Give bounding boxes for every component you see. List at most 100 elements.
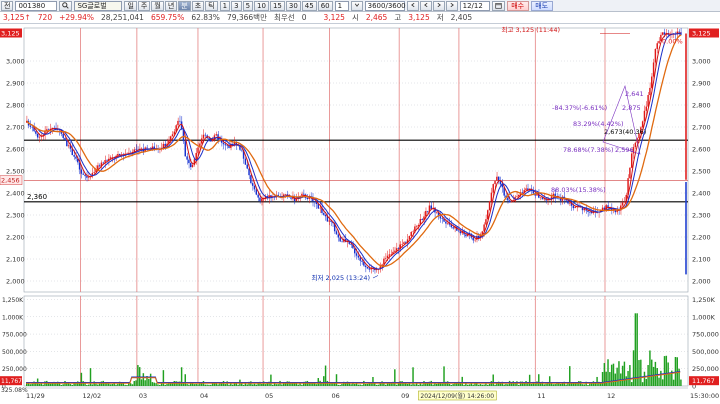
interval-button[interactable]: 30 (285, 0, 301, 11)
candle-body (651, 76, 653, 88)
volume-bar (459, 383, 462, 386)
volume-bar (108, 383, 110, 386)
candle-body (472, 237, 474, 241)
period-button[interactable]: 일 (124, 0, 137, 11)
period-button[interactable]: 주 (137, 0, 151, 11)
candle-body (87, 177, 90, 178)
interval-button[interactable]: 45 (301, 0, 317, 11)
candle-body (678, 31, 680, 33)
volume-bar (505, 383, 507, 386)
volume-bar (148, 378, 150, 386)
candle-body (357, 255, 360, 258)
search-button[interactable] (59, 0, 73, 11)
volume-bar (193, 384, 196, 386)
candle-body (386, 255, 389, 258)
volume-bar (538, 374, 540, 386)
volume-bar (528, 374, 531, 386)
candle-body (82, 173, 84, 175)
volume-axis-tick: 250,000 (692, 365, 719, 373)
code-type-button[interactable]: 전 (1, 0, 14, 11)
last-button[interactable] (445, 0, 458, 11)
volume-bar (242, 384, 245, 386)
candle-body (302, 193, 305, 195)
candle-body (516, 196, 518, 198)
volume-bar (111, 384, 114, 386)
volume-bar (543, 384, 545, 386)
interval-button[interactable]: 10 (254, 0, 269, 11)
buy-button[interactable]: 매수 (506, 0, 529, 11)
date-input[interactable]: 12/12 (459, 0, 490, 11)
volume-bar (231, 384, 234, 386)
next-button[interactable] (432, 0, 445, 11)
volume-bar (665, 355, 668, 386)
candle-body (355, 253, 358, 256)
interval-button[interactable]: 15 (269, 0, 285, 11)
calendar-button[interactable] (491, 0, 505, 11)
period-button[interactable]: 월 (151, 0, 164, 11)
candle-body (244, 158, 247, 165)
candle-body (251, 183, 254, 186)
candle-body (459, 231, 462, 234)
volume-bar (149, 373, 152, 386)
candle-body (569, 202, 571, 204)
period-button[interactable]: 년 (164, 0, 178, 11)
price-axis-tick: 2,700 (692, 124, 711, 132)
chart-area[interactable]: 3,000 3,000 2,900 2,900 2,800 2,800 2,700 2,700… (0, 24, 720, 404)
volume-bar (638, 360, 640, 386)
open-value: 2,465 (365, 13, 388, 22)
ratio-value: 62.83% (191, 13, 220, 22)
volume-bar (164, 384, 166, 386)
candle-body (301, 193, 303, 196)
stock-chart[interactable]: 3,000 3,000 2,900 2,900 2,800 2,800 2,700 2,700… (0, 24, 720, 404)
volume-bar (561, 383, 564, 386)
left-marker-tag: 2,456 (1, 177, 20, 185)
candle-body (224, 144, 227, 146)
period-button[interactable]: 분 (178, 0, 191, 11)
price-axis-left-tick: 2,000 (6, 278, 25, 286)
volume-bar (186, 383, 188, 386)
interval-button[interactable]: 5 (242, 0, 254, 11)
candle-body (490, 192, 493, 202)
period-button[interactable]: 초 (191, 0, 205, 11)
prev-button[interactable] (419, 0, 432, 11)
candle-body (259, 197, 261, 202)
volume-bar (171, 383, 174, 386)
price-axis-tick: 2,300 (692, 212, 711, 220)
x-axis-label: 12/02 (82, 392, 101, 400)
volume-bar (583, 384, 586, 386)
volume-bar (131, 384, 134, 386)
volume-bar (548, 376, 551, 386)
priority-label: 최우선 (273, 13, 295, 22)
volume-bar (616, 367, 618, 386)
cur-price-repeat: 3,125 (323, 13, 345, 22)
candle-body (574, 207, 576, 209)
volume-axis-tick: 1,250K (692, 296, 716, 304)
volume-bar (341, 383, 343, 386)
interval-button[interactable]: 60 (317, 0, 333, 11)
volume-bar (38, 383, 41, 386)
first-button[interactable] (406, 0, 419, 11)
price-axis-left-tick: 2,100 (6, 256, 25, 264)
period-button[interactable]: 틱 (205, 0, 218, 11)
candle-body (436, 212, 438, 214)
volume-axis-left-tick: 1,250K (2, 297, 24, 304)
candle-body (253, 185, 256, 190)
x-axis-label: 11/29 (26, 392, 45, 400)
interval-button[interactable]: 1 (219, 0, 231, 11)
high-value: 3,125 (408, 13, 430, 22)
candle-body (430, 205, 432, 209)
candle-body (403, 242, 405, 245)
measure-label: 2,875 (622, 104, 641, 112)
volume-bar (80, 372, 83, 386)
count-input[interactable]: 1 (334, 0, 349, 11)
candle-body (485, 219, 487, 225)
interval-button[interactable]: 3 (231, 0, 242, 11)
count-dropdown-button[interactable] (350, 0, 363, 11)
sell-button[interactable]: 매도 (530, 0, 553, 11)
volume-bar (206, 384, 208, 386)
candle-body (390, 254, 392, 255)
stock-code-input[interactable]: 001380 (15, 0, 58, 11)
price-axis-left-tick: 3,000 (6, 58, 25, 66)
data-range-input[interactable]: 3600/3600 (364, 0, 406, 11)
candle-body (73, 155, 75, 157)
